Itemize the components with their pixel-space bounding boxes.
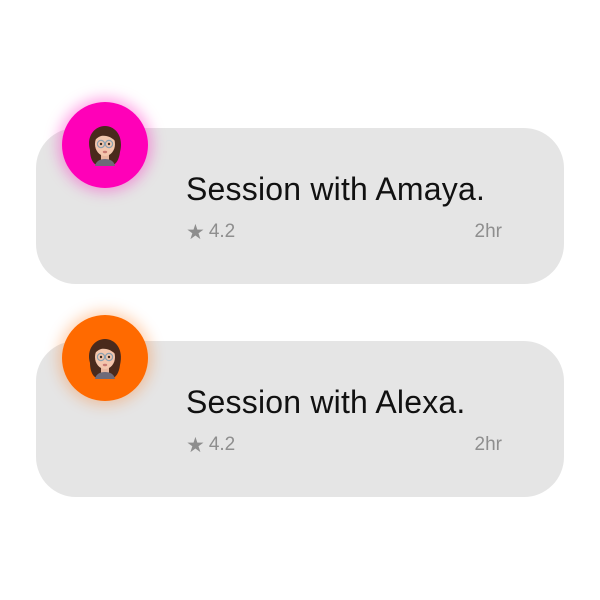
session-list: Session with Amaya. ★ 4.2 2hr Session wi… bbox=[0, 0, 600, 600]
star-icon: ★ bbox=[186, 219, 205, 244]
session-title: Session with Alexa. bbox=[186, 384, 466, 420]
session-duration: 2hr bbox=[474, 434, 502, 455]
rating: ★ 4.2 bbox=[186, 434, 235, 456]
avatar bbox=[62, 315, 148, 401]
rating: ★ 4.2 bbox=[186, 221, 235, 243]
star-icon: ★ bbox=[186, 432, 205, 457]
memoji-avatar-icon bbox=[89, 339, 121, 379]
session-card-amaya[interactable]: Session with Amaya. ★ 4.2 2hr bbox=[36, 102, 564, 284]
avatar bbox=[62, 102, 148, 188]
session-duration: 2hr bbox=[474, 221, 502, 242]
session-card-alexa[interactable]: Session with Alexa. ★ 4.2 2hr bbox=[36, 315, 564, 497]
memoji-avatar-icon bbox=[89, 126, 121, 166]
rating-value: 4.2 bbox=[208, 434, 236, 455]
rating-value: 4.2 bbox=[208, 221, 236, 242]
session-title: Session with Amaya. bbox=[186, 171, 486, 207]
